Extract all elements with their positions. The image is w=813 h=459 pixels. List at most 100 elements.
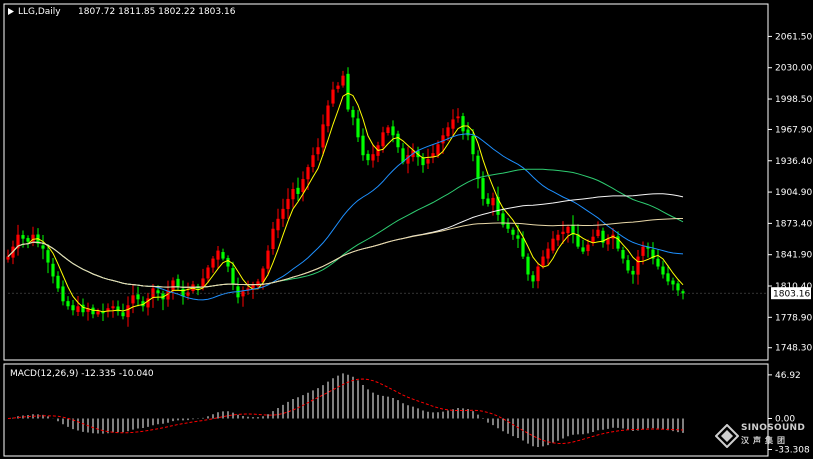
price-axis-label: 2030.00 xyxy=(775,64,812,74)
ma-line-fast xyxy=(7,92,684,313)
candle-body xyxy=(76,306,80,312)
candle-body xyxy=(186,292,190,296)
candle-body xyxy=(561,231,565,235)
candle-body xyxy=(331,89,335,104)
candle-body xyxy=(381,132,385,147)
candle-body xyxy=(506,223,510,229)
candle-body xyxy=(131,295,135,304)
price-axis-label: 1778.90 xyxy=(775,313,812,323)
candle-body xyxy=(281,208,285,219)
candle-body xyxy=(136,294,140,300)
candle-body xyxy=(436,144,440,155)
candle-body xyxy=(66,301,70,307)
candle-body xyxy=(311,155,315,167)
ohlc-readout: 1807.72 1811.85 1802.22 1803.16 xyxy=(78,7,236,17)
ma-line-blue xyxy=(7,133,684,301)
candle-body xyxy=(621,250,625,259)
candle-body xyxy=(291,188,295,200)
candle-body xyxy=(641,246,645,256)
candle-body xyxy=(126,305,130,318)
candle-body xyxy=(671,280,675,285)
collapse-arrow-icon[interactable] xyxy=(8,8,14,15)
candle-body xyxy=(516,235,520,239)
price-axis-label: 1936.40 xyxy=(775,157,812,167)
candle-body xyxy=(391,126,395,136)
candle-body xyxy=(396,133,400,148)
candle-body xyxy=(221,252,225,259)
candle-body xyxy=(456,116,460,119)
candle-body xyxy=(536,266,540,282)
candle-body xyxy=(566,226,570,234)
candle-body xyxy=(386,127,390,134)
candle-body xyxy=(631,270,635,275)
candle-body xyxy=(306,167,310,180)
candle-body xyxy=(366,153,370,161)
candle-body xyxy=(521,238,525,257)
macd-axis-label: 46.92 xyxy=(775,371,801,381)
candle-body xyxy=(511,229,515,235)
candle-body xyxy=(476,155,480,180)
candle-body xyxy=(171,280,175,291)
price-axis-label: 1873.40 xyxy=(775,219,812,229)
candle-body xyxy=(656,258,660,267)
watermark-subtitle: 汉声集团 xyxy=(741,436,789,445)
candle-body xyxy=(661,266,665,275)
candle-body xyxy=(451,119,455,129)
price-axis-label: 1967.90 xyxy=(775,125,812,135)
price-axis-label: 2061.50 xyxy=(775,32,812,42)
candle-body xyxy=(231,268,235,285)
candle-body xyxy=(341,75,345,86)
candle-body xyxy=(6,256,10,260)
candle-body xyxy=(206,267,210,279)
candle-body xyxy=(96,311,100,315)
price-axis: 2061.50 2030.00 1998.50 1967.90 1936.40 1904.… xyxy=(768,32,812,354)
candle-body xyxy=(21,235,25,239)
candle-body xyxy=(226,258,230,267)
candle-body xyxy=(286,198,290,210)
candle-body xyxy=(176,278,180,288)
candle-body xyxy=(316,147,320,155)
candle-body xyxy=(486,198,490,204)
candle-body xyxy=(491,197,495,206)
candle-body xyxy=(201,278,205,288)
candle-body xyxy=(356,118,360,138)
price-axis-label: 1904.90 xyxy=(775,188,812,198)
candle-body xyxy=(371,154,375,161)
candle-body xyxy=(446,127,450,137)
candle-body xyxy=(276,218,280,231)
candle-body xyxy=(531,275,535,282)
candle-body xyxy=(61,286,65,302)
candle-body xyxy=(266,250,270,269)
candle-body xyxy=(321,124,325,148)
current-price-value: 1803.16 xyxy=(773,290,810,300)
candle-body xyxy=(401,148,405,163)
candle-body xyxy=(471,135,475,155)
candle-body xyxy=(351,109,355,118)
candle-body xyxy=(151,288,155,298)
price-axis-label: 1841.90 xyxy=(775,251,812,261)
candle-body xyxy=(556,234,560,241)
sinosound-logo-icon xyxy=(715,424,739,448)
candle-body xyxy=(426,159,430,164)
symbol-label: LLG,Daily xyxy=(18,7,61,17)
candle-body xyxy=(441,135,445,144)
candle-body xyxy=(241,291,245,297)
candle-body xyxy=(51,263,55,277)
candle-body xyxy=(551,238,555,251)
candle-body xyxy=(526,256,530,275)
macd-label: MACD(12,26,9) -12.335 -10.040 xyxy=(10,369,154,379)
ma-line-white xyxy=(7,193,684,288)
candle-body xyxy=(121,312,125,317)
candle-body xyxy=(626,260,630,271)
candle-body xyxy=(541,256,545,266)
price-plot xyxy=(6,67,768,327)
candle-body xyxy=(546,248,550,259)
current-price-tag: 1803.16 xyxy=(771,287,811,300)
candle-body xyxy=(326,105,330,127)
candle-body xyxy=(71,305,75,311)
candle-body xyxy=(346,73,350,110)
candle-body xyxy=(216,250,220,260)
candle-body xyxy=(481,178,485,199)
candle-body xyxy=(361,135,365,156)
candle-body xyxy=(636,256,640,275)
